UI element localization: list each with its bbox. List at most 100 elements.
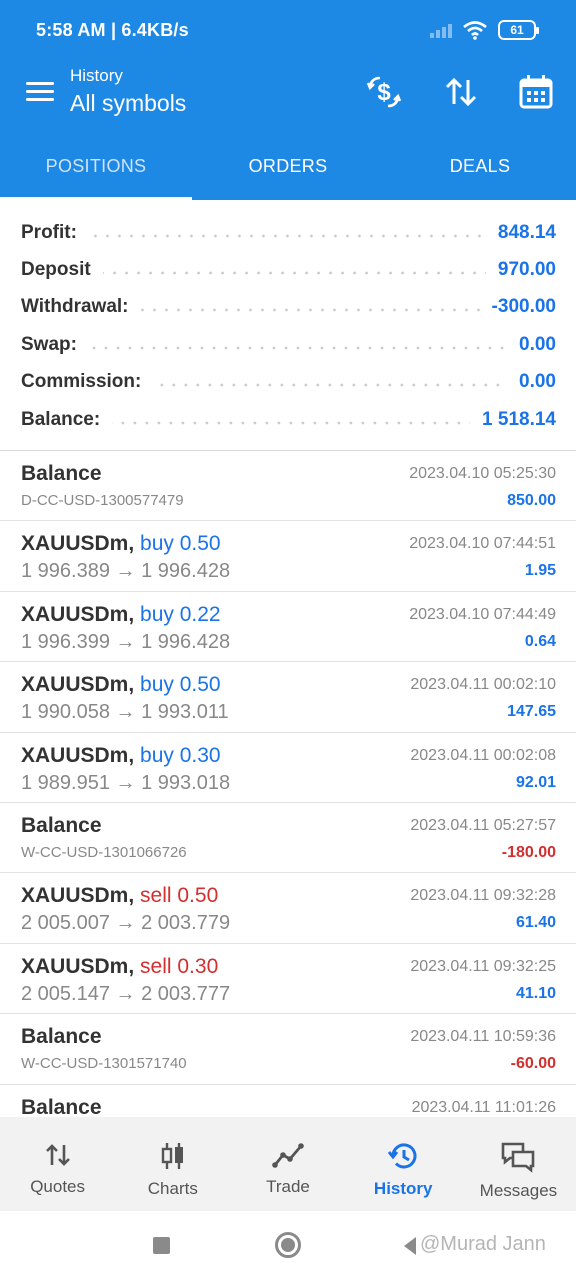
deal-detail: 1 990.058 → 1 993.011 xyxy=(21,701,229,724)
dot-leader xyxy=(153,380,508,391)
deal-symbol: Balance xyxy=(21,1095,102,1117)
deal-side: buy 0.50 xyxy=(140,673,221,697)
deal-symbol: XAUUSDm, xyxy=(21,532,135,556)
deal-amount: 61.40 xyxy=(515,914,556,932)
list-item[interactable]: XAUUSDm, buy 0.30 1 989.951 → 1 993.018 … xyxy=(0,733,576,803)
messages-icon xyxy=(502,1142,535,1173)
summary-label: Commission: xyxy=(21,371,142,393)
nav-charts[interactable]: Charts xyxy=(115,1117,230,1211)
quotes-arrows-icon xyxy=(45,1144,70,1166)
deal-time: 2023.04.11 09:32:28 xyxy=(410,887,556,905)
deal-detail: 2 005.147 → 2 003.777 xyxy=(21,982,231,1005)
signal-icon xyxy=(430,22,452,38)
deal-time: 2023.04.11 00:02:10 xyxy=(410,676,556,694)
deal-amount: 147.65 xyxy=(507,703,556,721)
summary-label: Withdrawal: xyxy=(21,296,129,318)
bottom-nav: Quotes Charts Trade History Messages xyxy=(0,1117,576,1211)
status-bar: 5:58 AM | 6.4KB/s 61 xyxy=(0,0,576,62)
list-item[interactable]: Balance D-CC-USD-1300577479 2023.04.10 0… xyxy=(0,451,576,522)
summary-value: -300.00 xyxy=(491,296,556,318)
tab-bar: POSITIONS ORDERS DEALS xyxy=(0,132,576,200)
list-item[interactable]: Balance W-CC-USD-1301571740 2023.04.11 1… xyxy=(0,1014,576,1085)
deal-detail: 2 005.007 → 2 003.779 xyxy=(21,912,231,935)
deal-time: 2023.04.10 05:25:30 xyxy=(409,465,556,482)
deal-symbol: XAUUSDm, xyxy=(21,884,135,908)
list-item[interactable]: XAUUSDm, sell 0.50 2 005.007 → 2 003.779… xyxy=(0,873,576,944)
list-item[interactable]: XAUUSDm, sell 0.30 2 005.147 → 2 003.777… xyxy=(0,944,576,1015)
deal-time: 2023.04.11 10:59:36 xyxy=(410,1028,556,1046)
list-item[interactable]: XAUUSDm, buy 0.22 1 996.399 → 1 996.428 … xyxy=(0,592,576,663)
summary-row-withdrawal: Withdrawal: -300.00 xyxy=(0,289,576,326)
nav-history[interactable]: History xyxy=(346,1117,461,1211)
dot-leader xyxy=(88,230,486,241)
nav-history-label: History xyxy=(373,1179,433,1198)
summary-value: 970.00 xyxy=(497,259,556,281)
deal-side: sell 0.30 xyxy=(140,954,219,978)
nav-charts-label: Charts xyxy=(147,1179,198,1198)
tab-orders[interactable]: ORDERS xyxy=(192,132,384,200)
list-item[interactable]: XAUUSDm, buy 0.50 1 990.058 → 1 993.011 … xyxy=(0,662,576,733)
tab-deals[interactable]: DEALS xyxy=(384,132,576,200)
deal-time: 2023.04.10 07:44:51 xyxy=(409,535,556,553)
deal-detail: W-CC-USD-1301571740 xyxy=(21,1055,187,1073)
nav-trade-label: Trade xyxy=(266,1177,310,1196)
summary-label: Swap: xyxy=(21,333,77,355)
dot-leader xyxy=(140,305,480,316)
deal-time: 2023.04.10 07:44:49 xyxy=(409,605,556,623)
deals-list[interactable]: Balance D-CC-USD-1300577479 2023.04.10 0… xyxy=(0,451,576,1117)
dot-leader xyxy=(88,342,508,353)
app-bar: History All symbols $ xyxy=(0,62,576,132)
deal-detail: D-CC-USD-1300577479 xyxy=(21,492,184,509)
status-time-speed: 5:58 AM | 6.4KB/s xyxy=(36,20,189,40)
history-clock-icon xyxy=(388,1143,417,1169)
deal-detail: 1 996.399 → 1 996.428 xyxy=(21,630,231,653)
summary-row-balance: Balance: 1 518.14 xyxy=(0,401,576,438)
deal-side: buy 0.50 xyxy=(140,532,221,556)
dot-leader xyxy=(112,417,471,428)
deal-amount: -60.00 xyxy=(510,1055,556,1073)
summary-value: 848.14 xyxy=(497,221,556,243)
watermark: @Murad Jann xyxy=(420,1233,546,1255)
deal-detail: 1 989.951 → 1 993.018 xyxy=(21,771,231,794)
summary-label: Profit: xyxy=(21,221,77,243)
nav-messages[interactable]: Messages xyxy=(461,1117,576,1211)
sort-icon[interactable] xyxy=(439,70,483,114)
calendar-icon[interactable] xyxy=(514,70,558,114)
summary-panel: Profit: 848.14 Deposit 970.00 Withdrawal… xyxy=(0,200,576,450)
menu-icon[interactable] xyxy=(26,80,56,104)
list-item[interactable]: Balance 2023.04.11 11:01:26 xyxy=(0,1085,576,1117)
deal-symbol: Balance xyxy=(21,462,102,485)
app-bar-subtitle: History xyxy=(70,66,123,85)
list-item[interactable]: XAUUSDm, buy 0.50 1 996.389 → 1 996.428 … xyxy=(0,521,576,592)
deal-side: buy 0.30 xyxy=(140,743,221,767)
summary-value: 0.00 xyxy=(519,371,556,393)
deal-time: 2023.04.11 00:02:08 xyxy=(410,746,556,764)
summary-row-profit: Profit: 848.14 xyxy=(0,214,576,251)
deal-detail: W-CC-USD-1301066726 xyxy=(21,843,187,861)
summary-row-deposit: Deposit 970.00 xyxy=(0,251,576,288)
deal-symbol: XAUUSDm, xyxy=(21,743,135,767)
symbol-selector[interactable]: All symbols xyxy=(70,90,186,117)
nav-trade[interactable]: Trade xyxy=(230,1117,345,1211)
candlestick-icon xyxy=(161,1143,183,1169)
deal-time: 2023.04.11 11:01:26 xyxy=(411,1098,556,1116)
deal-amount: 41.10 xyxy=(515,984,556,1002)
deal-symbol: XAUUSDm, xyxy=(21,954,135,978)
deal-symbol: XAUUSDm, xyxy=(21,602,135,626)
dollar-exchange-icon[interactable]: $ xyxy=(362,70,406,114)
battery-icon: 61 xyxy=(498,20,539,40)
deal-side: buy 0.22 xyxy=(140,602,221,626)
back-icon[interactable] xyxy=(404,1237,416,1255)
summary-label: Deposit xyxy=(21,259,91,281)
recent-apps-icon[interactable] xyxy=(153,1237,170,1254)
summary-row-commission: Commission: 0.00 xyxy=(0,364,576,401)
deal-amount: -180.00 xyxy=(501,843,556,861)
deal-amount: 850.00 xyxy=(507,492,556,509)
nav-messages-label: Messages xyxy=(479,1181,558,1200)
home-icon[interactable] xyxy=(275,1232,301,1258)
nav-quotes[interactable]: Quotes xyxy=(0,1117,115,1211)
tab-positions[interactable]: POSITIONS xyxy=(0,132,192,200)
list-item[interactable]: Balance W-CC-USD-1301066726 2023.04.11 0… xyxy=(0,803,576,874)
deal-time: 2023.04.11 09:32:25 xyxy=(410,957,556,975)
deal-symbol: Balance xyxy=(21,1025,102,1049)
